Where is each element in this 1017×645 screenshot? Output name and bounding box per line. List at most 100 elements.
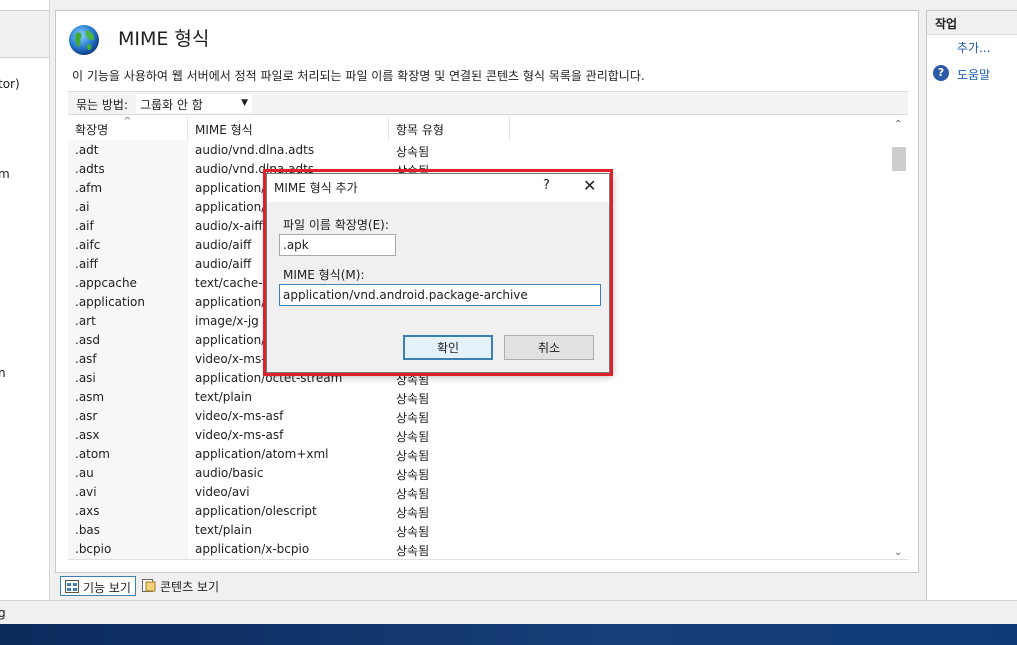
group-by-value: 그룹화 안 함 — [140, 98, 203, 112]
mime-type-cell: text/plain — [195, 390, 252, 404]
entry-type-cell: 상속됨 — [396, 525, 430, 539]
extension-cell: .asr — [75, 409, 98, 423]
entry-type-cell: 상속됨 — [396, 468, 430, 482]
mime-type-cell: application/x — [195, 295, 273, 309]
extension-cell: .asm — [75, 390, 105, 404]
extension-cell: .bas — [75, 523, 101, 537]
column-header-entry-type[interactable]: 항목 유형 — [389, 117, 510, 140]
actions-title: 작업 — [927, 11, 1017, 35]
extension-cell: .aifc — [75, 238, 101, 252]
extension-cell: .aiff — [75, 257, 98, 271]
table-row[interactable]: .asm text/plain 상속됨 — [68, 388, 888, 407]
extension-cell: .ai — [75, 200, 90, 214]
mime-type-cell: application/o — [195, 181, 273, 195]
extension-cell: .aif — [75, 219, 94, 233]
connections-toolbar — [0, 10, 49, 58]
tab-content-view-label: 콘텐츠 보기 — [160, 580, 220, 594]
mime-type-cell: video/avi — [195, 485, 250, 499]
mime-type-cell: application/p — [195, 200, 273, 214]
content-view-icon — [142, 579, 156, 592]
cancel-button[interactable]: 취소 — [504, 335, 594, 360]
add-action-link[interactable]: 추가... — [957, 39, 991, 56]
help-icon: ? — [933, 65, 949, 81]
scroll-up-icon[interactable]: ⌃ — [894, 119, 902, 130]
extension-cell: .au — [75, 466, 94, 480]
column-header-extension[interactable]: 확장명 ^ — [68, 117, 188, 140]
mime-type-cell: application/x-bcpio — [195, 542, 310, 556]
extension-cell: .bcpio — [75, 542, 112, 556]
extension-cell: .asx — [75, 428, 100, 442]
mime-type-input[interactable] — [279, 284, 601, 306]
table-row[interactable]: .asr video/x-ms-asf 상속됨 — [68, 407, 888, 426]
extension-cell: .adts — [75, 162, 105, 176]
mime-type-cell: video/x-ms-asf — [195, 409, 284, 423]
mime-type-cell: application/olescript — [195, 504, 317, 518]
column-header-mime-type[interactable]: MIME 형식 — [188, 117, 389, 140]
mime-type-cell: application/octet-stream — [195, 371, 343, 385]
tree-node-fragment[interactable]: tor) — [0, 77, 20, 91]
entry-type-cell: 상속됨 — [396, 411, 430, 425]
mime-type-cell: audio/x-aiff — [195, 219, 263, 233]
extension-label: 파일 이름 확장명(E): — [283, 218, 389, 232]
entry-type-cell: 상속됨 — [396, 487, 430, 501]
entry-type-cell: 상속됨 — [396, 145, 430, 159]
table-row[interactable]: .axs application/olescript 상속됨 — [68, 502, 888, 521]
mime-type-cell: text/cache-m — [195, 276, 275, 290]
group-by-bar: 묶는 방법: 그룹화 안 함 ▼ — [68, 91, 908, 115]
table-row[interactable]: .bcpio application/x-bcpio 상속됨 — [68, 540, 888, 559]
entry-type-cell: 상속됨 — [396, 506, 430, 520]
dialog-title: MIME 형식 추가 — [274, 181, 358, 195]
table-row[interactable]: .adt audio/vnd.dlna.adts 상속됨 — [68, 141, 888, 160]
entry-type-cell: 상속됨 — [396, 449, 430, 463]
mime-type-label: MIME 형식(M): — [283, 268, 365, 282]
extension-cell: .avi — [75, 485, 97, 499]
taskbar — [0, 624, 1017, 645]
connections-pane: tor) m n — [0, 0, 50, 600]
globe-icon — [69, 25, 99, 55]
extension-cell: .art — [75, 314, 96, 328]
mime-type-cell: image/x-jg — [195, 314, 259, 328]
table-row[interactable]: .avi video/avi 상속됨 — [68, 483, 888, 502]
mime-type-cell: text/plain — [195, 523, 252, 537]
mime-type-cell: audio/aiff — [195, 238, 252, 252]
mime-type-cell: audio/basic — [195, 466, 264, 480]
close-button[interactable]: ✕ — [583, 176, 596, 195]
help-button[interactable]: ? — [543, 178, 550, 193]
tab-content-view[interactable]: 콘텐츠 보기 — [138, 576, 223, 596]
extension-cell: .application — [75, 295, 146, 309]
chevron-down-icon: ▼ — [241, 98, 248, 108]
mime-type-cell: video/x-ms-a — [195, 352, 273, 366]
table-row[interactable]: .atom application/atom+xml 상속됨 — [68, 445, 888, 464]
scroll-down-icon[interactable]: ⌄ — [894, 547, 902, 558]
table-row[interactable]: .bas text/plain 상속됨 — [68, 521, 888, 540]
extension-cell: .atom — [75, 447, 110, 461]
entry-type-cell: 상속됨 — [396, 373, 430, 387]
page-description: 이 기능을 사용하여 웹 서버에서 정적 파일로 처리되는 파일 이름 확장명 … — [72, 69, 645, 83]
scroll-thumb[interactable] — [892, 147, 906, 171]
extension-cell: .asi — [75, 371, 96, 385]
entry-type-cell: 상속됨 — [396, 544, 430, 558]
table-row[interactable]: .au audio/basic 상속됨 — [68, 464, 888, 483]
group-by-dropdown[interactable]: 그룹화 안 함 ▼ — [136, 94, 252, 113]
help-link: 도움말 — [957, 68, 991, 82]
features-view-icon — [65, 580, 79, 593]
tree-node-fragment[interactable]: n — [0, 366, 6, 380]
mime-type-cell: audio/aiff — [195, 257, 252, 271]
tab-features-view[interactable]: 기능 보기 — [60, 576, 136, 596]
table-row[interactable]: .asx video/x-ms-asf 상속됨 — [68, 426, 888, 445]
page-title: MIME 형식 — [118, 28, 210, 50]
sort-ascending-icon: ^ — [123, 117, 132, 127]
ok-button[interactable]: 확인 — [403, 335, 493, 360]
extension-cell: .appcache — [75, 276, 137, 290]
extension-cell: .asd — [75, 333, 101, 347]
extension-cell: .adt — [75, 143, 99, 157]
vertical-scrollbar[interactable]: ⌃ ⌄ — [890, 117, 908, 559]
extension-input[interactable] — [279, 234, 396, 256]
tab-features-view-label: 기능 보기 — [83, 581, 131, 595]
status-bar: g — [0, 600, 1017, 624]
status-text: g — [0, 606, 6, 620]
tree-node-fragment[interactable]: m — [0, 167, 10, 181]
mime-type-cell: audio/vnd.dlna.adts — [195, 143, 315, 157]
extension-cell: .afm — [75, 181, 103, 195]
dialog-body: 파일 이름 확장명(E): MIME 형식(M): 확인 취소 — [267, 202, 609, 372]
